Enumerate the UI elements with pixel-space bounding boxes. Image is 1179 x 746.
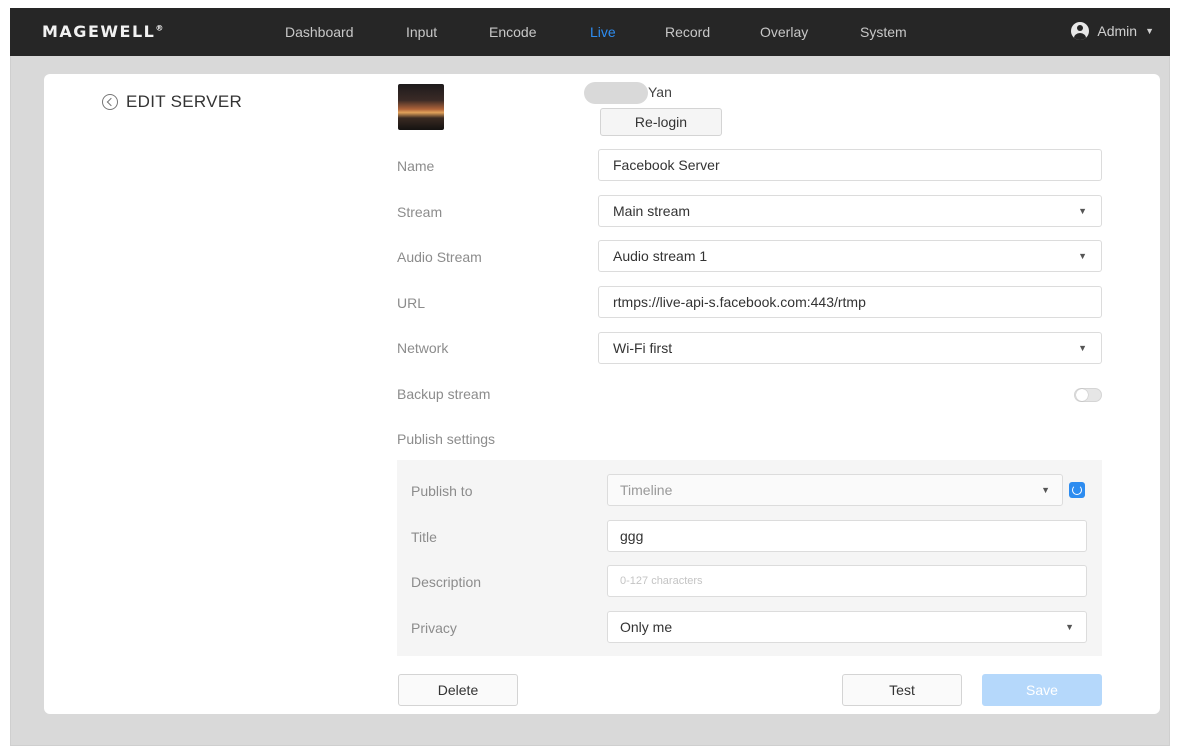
nav-live[interactable]: Live xyxy=(590,24,616,40)
privacy-label: Privacy xyxy=(411,620,457,636)
stream-value: Main stream xyxy=(613,203,691,219)
brand-logo-mark: ® xyxy=(155,23,165,33)
brand-logo-text: MAGEWELL xyxy=(42,22,156,41)
nav-input[interactable]: Input xyxy=(406,24,437,40)
description-placeholder: 0-127 characters xyxy=(620,575,703,587)
audio-stream-label: Audio Stream xyxy=(397,249,482,265)
chevron-down-icon: ▼ xyxy=(1145,26,1154,36)
title-label: Title xyxy=(411,529,437,545)
chevron-down-icon: ▼ xyxy=(1078,343,1087,353)
nav-system[interactable]: System xyxy=(860,24,907,40)
url-value: rtmps://live-api-s.facebook.com:443/rtmp xyxy=(613,294,866,310)
relogin-button[interactable]: Re-login xyxy=(600,108,722,136)
test-button[interactable]: Test xyxy=(842,674,962,706)
publish-settings-panel: Publish to Timeline ▼ Title ggg Descript… xyxy=(397,460,1102,656)
redacted-account-name xyxy=(584,82,648,104)
network-value: Wi-Fi first xyxy=(613,340,673,356)
account-name: Yan xyxy=(648,84,672,100)
url-label: URL xyxy=(397,295,426,311)
top-nav-bar: MAGEWELL® Dashboard Input Encode Live Re… xyxy=(10,8,1170,56)
name-value: Facebook Server xyxy=(613,157,720,173)
nav-encode[interactable]: Encode xyxy=(489,24,536,40)
publish-to-value: Timeline xyxy=(620,482,673,498)
stream-label: Stream xyxy=(397,204,443,220)
name-label: Name xyxy=(397,158,435,174)
publish-settings-label: Publish settings xyxy=(397,431,496,447)
back-arrow-icon xyxy=(102,94,118,110)
save-button[interactable]: Save xyxy=(982,674,1102,706)
user-menu-label: Admin xyxy=(1097,23,1138,39)
user-menu[interactable]: Admin ▼ xyxy=(1071,22,1154,40)
network-select[interactable]: Wi-Fi first ▼ xyxy=(598,332,1102,364)
network-label: Network xyxy=(397,340,449,356)
back-button[interactable]: EDIT SERVER xyxy=(102,92,242,112)
nav-dashboard[interactable]: Dashboard xyxy=(285,24,354,40)
refresh-icon[interactable] xyxy=(1069,482,1085,498)
audio-stream-select[interactable]: Audio stream 1 ▼ xyxy=(598,240,1102,272)
title-value: ggg xyxy=(620,528,644,544)
name-input[interactable]: Facebook Server xyxy=(598,149,1102,181)
description-input[interactable]: 0-127 characters xyxy=(607,565,1087,597)
publish-to-select[interactable]: Timeline ▼ xyxy=(607,474,1063,506)
backup-stream-toggle[interactable] xyxy=(1074,388,1102,402)
chevron-down-icon: ▼ xyxy=(1078,251,1087,261)
account-avatar xyxy=(398,84,444,130)
nav-overlay[interactable]: Overlay xyxy=(760,24,808,40)
publish-to-label: Publish to xyxy=(411,483,473,499)
chevron-down-icon: ▼ xyxy=(1041,485,1050,495)
delete-button[interactable]: Delete xyxy=(398,674,518,706)
url-input[interactable]: rtmps://live-api-s.facebook.com:443/rtmp xyxy=(598,286,1102,318)
chevron-down-icon: ▼ xyxy=(1078,206,1087,216)
brand-logo[interactable]: MAGEWELL® xyxy=(42,22,165,41)
nav-record[interactable]: Record xyxy=(665,24,710,40)
description-label: Description xyxy=(411,574,482,590)
backup-stream-label: Backup stream xyxy=(397,386,491,402)
page-title: EDIT SERVER xyxy=(126,92,243,111)
stream-select[interactable]: Main stream ▼ xyxy=(598,195,1102,227)
edit-server-card: EDIT SERVER Yan Re-login Name Facebook S… xyxy=(44,74,1160,714)
title-input[interactable]: ggg xyxy=(607,520,1087,552)
chevron-down-icon: ▼ xyxy=(1065,622,1074,632)
privacy-select[interactable]: Only me ▼ xyxy=(607,611,1087,643)
privacy-value: Only me xyxy=(620,619,673,635)
audio-stream-value: Audio stream 1 xyxy=(613,248,708,264)
user-avatar-icon xyxy=(1071,22,1090,40)
